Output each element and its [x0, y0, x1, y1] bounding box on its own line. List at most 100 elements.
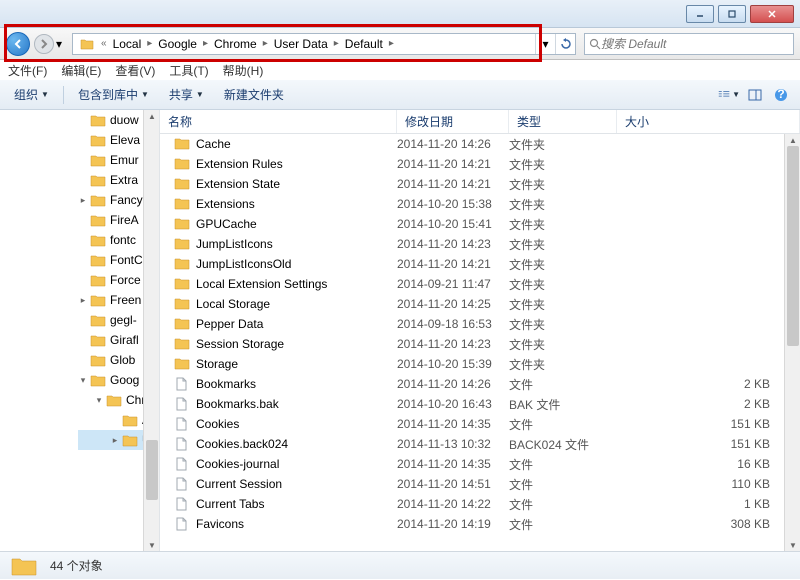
folder-icon	[174, 137, 190, 151]
folder-icon	[90, 374, 106, 387]
file-type: 文件夹	[509, 156, 617, 173]
table-row[interactable]: JumpListIconsOld2014-11-20 14:21文件夹	[160, 254, 800, 274]
table-row[interactable]: Extensions2014-10-20 15:38文件夹	[160, 194, 800, 214]
nav-back-button[interactable]	[6, 32, 30, 56]
table-row[interactable]: Storage2014-10-20 15:39文件夹	[160, 354, 800, 374]
preview-pane-button[interactable]	[744, 85, 766, 105]
file-type: 文件夹	[509, 336, 617, 353]
file-name: Session Storage	[196, 337, 284, 351]
folder-icon	[174, 297, 190, 311]
file-date: 2014-11-20 14:26	[397, 137, 509, 151]
address-bar[interactable]: « Local▸ Google▸ Chrome▸ User Data▸ Defa…	[72, 33, 576, 55]
column-name[interactable]: 名称	[160, 110, 397, 133]
file-icon	[174, 397, 190, 411]
search-box[interactable]	[584, 33, 794, 55]
breadcrumb-part[interactable]: Chrome	[210, 37, 261, 51]
column-type[interactable]: 类型	[509, 110, 617, 133]
address-dropdown[interactable]: ▾	[535, 34, 555, 54]
file-type: 文件夹	[509, 276, 617, 293]
nav-forward-button[interactable]	[34, 34, 54, 54]
file-type: 文件夹	[509, 296, 617, 313]
file-type: 文件夹	[509, 256, 617, 273]
column-size[interactable]: 大小	[617, 110, 800, 133]
file-type: 文件夹	[509, 136, 617, 153]
table-row[interactable]: JumpListIcons2014-11-20 14:23文件夹	[160, 234, 800, 254]
tree-item-label: FontC	[110, 253, 143, 267]
filelist-scroll-thumb[interactable]	[787, 146, 799, 346]
file-date: 2014-11-20 14:35	[397, 417, 509, 431]
file-name: JumpListIcons	[196, 237, 273, 251]
folder-icon	[174, 357, 190, 371]
table-row[interactable]: Current Tabs2014-11-20 14:22文件1 KB	[160, 494, 800, 514]
maximize-button[interactable]	[718, 5, 746, 23]
menu-edit[interactable]: 编辑(E)	[61, 62, 101, 79]
menu-tools[interactable]: 工具(T)	[169, 62, 208, 79]
sidebar-scroll-thumb[interactable]	[146, 440, 158, 500]
table-row[interactable]: Extension State2014-11-20 14:21文件夹	[160, 174, 800, 194]
scroll-up-icon[interactable]: ▲	[785, 134, 800, 146]
close-button[interactable]	[750, 5, 794, 23]
table-row[interactable]: Cookies.back0242014-11-13 10:32BACK024 文…	[160, 434, 800, 454]
file-list: 名称 修改日期 类型 大小 Cache2014-11-20 14:26文件夹Ex…	[160, 110, 800, 551]
file-name: Local Extension Settings	[196, 277, 327, 291]
table-row[interactable]: Favicons2014-11-20 14:19文件308 KB	[160, 514, 800, 534]
file-icon	[174, 497, 190, 511]
menu-bar: 文件(F) 编辑(E) 查看(V) 工具(T) 帮助(H)	[0, 60, 800, 80]
status-bar: 44 个对象	[0, 551, 800, 579]
file-type: 文件夹	[509, 176, 617, 193]
organize-button[interactable]: 组织▼	[8, 84, 55, 105]
table-row[interactable]: Bookmarks.bak2014-10-20 16:43BAK 文件2 KB	[160, 394, 800, 414]
include-library-button[interactable]: 包含到库中▼	[72, 84, 155, 105]
file-date: 2014-11-20 14:26	[397, 377, 509, 391]
search-icon	[589, 38, 601, 50]
share-button[interactable]: 共享▼	[163, 84, 210, 105]
file-name: Storage	[196, 357, 238, 371]
table-row[interactable]: Extension Rules2014-11-20 14:21文件夹	[160, 154, 800, 174]
sidebar-scrollbar[interactable]: ▲ ▼	[143, 110, 159, 551]
breadcrumb-part[interactable]: Default	[341, 37, 387, 51]
scroll-down-icon[interactable]: ▼	[144, 539, 160, 551]
file-name: Bookmarks.bak	[196, 397, 279, 411]
folder-icon	[90, 174, 106, 187]
file-date: 2014-11-20 14:21	[397, 257, 509, 271]
table-row[interactable]: Local Extension Settings2014-09-21 11:47…	[160, 274, 800, 294]
column-date[interactable]: 修改日期	[397, 110, 509, 133]
folder-icon	[174, 317, 190, 331]
menu-help[interactable]: 帮助(H)	[223, 62, 264, 79]
search-input[interactable]	[601, 37, 789, 51]
folder-icon	[106, 394, 122, 407]
menu-view[interactable]: 查看(V)	[115, 62, 155, 79]
file-type: 文件夹	[509, 316, 617, 333]
tree-item-label: Goog	[110, 373, 139, 387]
table-row[interactable]: Local Storage2014-11-20 14:25文件夹	[160, 294, 800, 314]
breadcrumb-overflow[interactable]: «	[99, 38, 109, 49]
file-date: 2014-10-20 15:38	[397, 197, 509, 211]
new-folder-button[interactable]: 新建文件夹	[218, 84, 290, 105]
navigation-tree: duowElevaEmurExtra▸FancyFireAfontcFontCF…	[0, 110, 160, 551]
folder-icon	[90, 154, 106, 167]
table-row[interactable]: Cookies2014-11-20 14:35文件151 KB	[160, 414, 800, 434]
navigation-bar: ▾ « Local▸ Google▸ Chrome▸ User Data▸ De…	[0, 28, 800, 60]
table-row[interactable]: GPUCache2014-10-20 15:41文件夹	[160, 214, 800, 234]
table-row[interactable]: Session Storage2014-11-20 14:23文件夹	[160, 334, 800, 354]
table-row[interactable]: Cookies-journal2014-11-20 14:35文件16 KB	[160, 454, 800, 474]
breadcrumb-part[interactable]: Local	[109, 37, 146, 51]
breadcrumb-part[interactable]: User Data	[270, 37, 332, 51]
table-row[interactable]: Cache2014-11-20 14:26文件夹	[160, 134, 800, 154]
view-mode-button[interactable]: ▼	[718, 85, 740, 105]
table-row[interactable]: Pepper Data2014-09-18 16:53文件夹	[160, 314, 800, 334]
filelist-scrollbar[interactable]: ▲ ▼	[784, 134, 800, 551]
table-row[interactable]: Bookmarks2014-11-20 14:26文件2 KB	[160, 374, 800, 394]
scroll-up-icon[interactable]: ▲	[144, 110, 160, 122]
menu-file[interactable]: 文件(F)	[8, 62, 47, 79]
minimize-button[interactable]	[686, 5, 714, 23]
file-type: 文件夹	[509, 356, 617, 373]
table-row[interactable]: Current Session2014-11-20 14:51文件110 KB	[160, 474, 800, 494]
refresh-button[interactable]	[555, 34, 575, 54]
breadcrumb: « Local▸ Google▸ Chrome▸ User Data▸ Defa…	[73, 36, 535, 52]
scroll-down-icon[interactable]: ▼	[785, 539, 800, 551]
help-button[interactable]: ?	[770, 85, 792, 105]
nav-history-dropdown[interactable]: ▾	[56, 37, 68, 51]
tree-item-label: Freen	[110, 293, 141, 307]
breadcrumb-part[interactable]: Google	[154, 37, 201, 51]
